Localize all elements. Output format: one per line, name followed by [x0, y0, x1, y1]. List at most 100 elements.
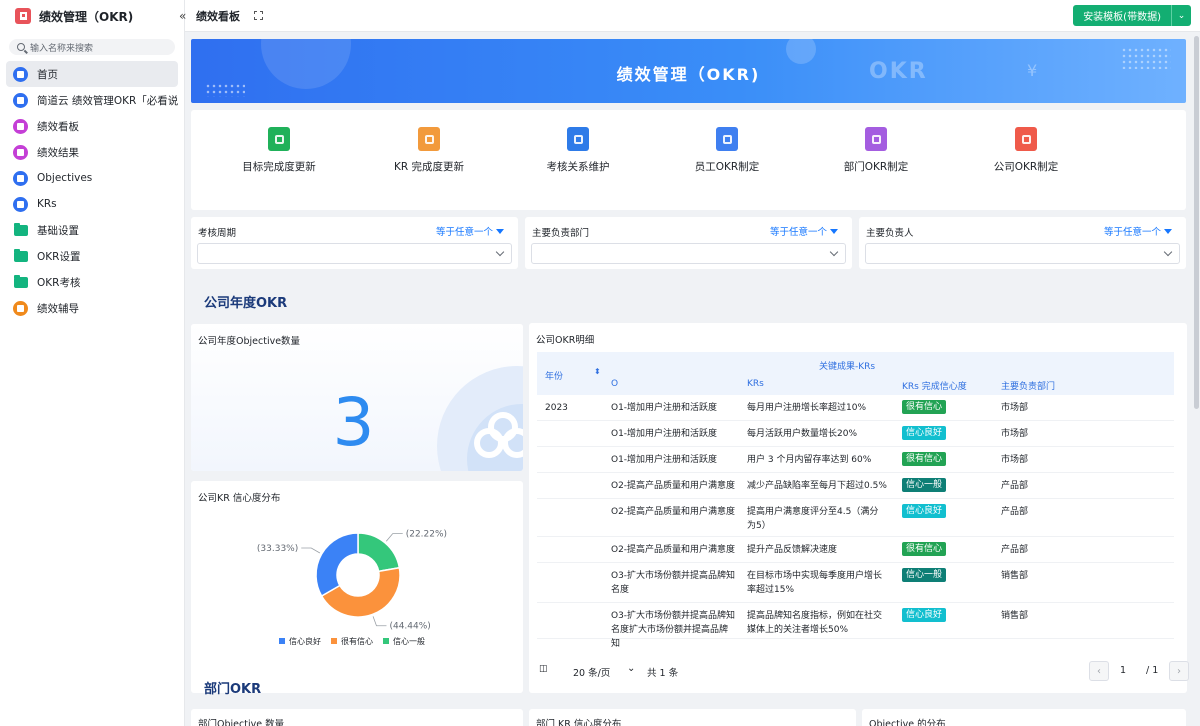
kr-confidence-card: 公司KR 信心度分布 (33.33%) (44.44%) (22.22%) 信心良好很…	[191, 481, 523, 693]
goal-update-icon	[268, 127, 290, 151]
cell-objective: O3-扩大市场份额并提高品牌知名度扩大市场份额并提高品牌知	[611, 611, 736, 649]
objective-distribution-title: Objective 的分布	[869, 719, 946, 726]
donut-slice-2[interactable]	[357, 532, 401, 573]
confidence-badge: 很有信心	[902, 542, 947, 556]
fullscreen-icon[interactable]	[254, 11, 263, 20]
sidebar-item-label: OKR设置	[37, 250, 81, 263]
cell-objective: O1-增加用户注册和活跃度	[611, 429, 718, 439]
table-row[interactable]: O3-扩大市场份额并提高品牌知名度扩大市场份额并提高品牌知 提高品牌知名度指标，例…	[537, 603, 1174, 649]
sidebar-item-label: OKR考核	[37, 276, 81, 289]
sidebar-item-9[interactable]: 绩效辅导	[6, 295, 178, 321]
quick-link-0[interactable]: 目标完成度更新	[214, 127, 344, 174]
filter-select[interactable]	[865, 243, 1180, 264]
page-scrollbar[interactable]	[1194, 32, 1200, 726]
sidebar-item-8[interactable]: OKR考核	[6, 269, 178, 295]
filter-label: 主要负责部门	[532, 228, 590, 239]
quick-link-4[interactable]: 部门OKR制定	[811, 127, 941, 174]
main-content: 绩效管理（OKR) OKR ¥ 目标完成度更新 KR 完成度更新 考核关系维护 员工O…	[185, 32, 1192, 726]
collapse-sidebar-icon[interactable]: «	[179, 9, 193, 23]
search-placeholder: 输入名称来搜索	[30, 43, 94, 54]
filter-1: 主要负责部门 等于任意一个	[525, 217, 852, 269]
table-row[interactable]: O2-提高产品质量和用户满意度 提高用户满意度评分至4.5（满分为5） 信心良好 产品…	[537, 499, 1174, 537]
header-kr-group: 关键成果-KRs	[819, 362, 876, 372]
sort-icon[interactable]: ⬍	[594, 367, 601, 376]
sidebar-item-6[interactable]: 基础设置	[6, 217, 178, 243]
bookmark-icon	[13, 196, 28, 212]
table-row[interactable]: O1-增加用户注册和活跃度 每月活跃用户数量增长20% 信心良好 市场部	[537, 421, 1174, 447]
filter-2: 主要负责人 等于任意一个	[859, 217, 1186, 269]
filter-operator-dropdown[interactable]: 等于任意一个	[436, 224, 504, 238]
sidebar-item-1[interactable]: 简道云 绩效管理OKR「必看说…	[6, 87, 178, 113]
sidebar-item-3[interactable]: 绩效结果	[6, 139, 178, 165]
header-year: 年份	[545, 372, 564, 382]
legend-swatch	[279, 638, 285, 644]
total-pages: / 1	[1146, 665, 1159, 676]
legend-label[interactable]: 很有信心	[341, 636, 373, 646]
confidence-badge: 信心一般	[902, 478, 947, 492]
cell-kr: 减少产品缺陷率至每月下超过0.5%	[747, 481, 887, 491]
donut-label: (33.33%)	[257, 544, 298, 554]
sidebar-item-label: 绩效结果	[37, 146, 79, 159]
sidebar-item-5[interactable]: KRs	[6, 191, 178, 217]
donut-label: (44.44%)	[389, 622, 430, 632]
cell-kr: 提高品牌知名度指标，例如在社交媒体上的关注者增长50%	[747, 611, 883, 635]
install-template-label[interactable]: 安装模板(带数据)	[1073, 5, 1171, 26]
cell-objective: O2-提高产品质量和用户满意度	[611, 545, 736, 555]
filter-operator-dropdown[interactable]: 等于任意一个	[770, 224, 838, 238]
table-row[interactable]: O2-提高产品质量和用户满意度 减少产品缺陷率至每月下超过0.5% 信心一般 产品部	[537, 473, 1174, 499]
kr-confidence-donut-chart: (33.33%) (44.44%) (22.22%) 信心良好 很有信心 信心一般	[257, 530, 447, 646]
company-okr-table-card: 公司OKR明细 关键成果-KRs 年份 ⬍ O KRs KRs 完成信心度 主要…	[529, 323, 1187, 693]
sidebar-item-label: 基础设置	[37, 224, 79, 237]
cell-dept: 销售部	[1001, 571, 1029, 581]
header-dept: 主要负责部门	[1001, 382, 1056, 392]
legend-label[interactable]: 信心一般	[393, 636, 425, 646]
install-template-button[interactable]: 安装模板(带数据) ⌄	[1073, 5, 1191, 26]
banner-watermark: OKR	[869, 59, 928, 84]
install-dropdown-chevron-icon[interactable]: ⌄	[1171, 5, 1191, 26]
sidebar-item-7[interactable]: OKR设置	[6, 243, 178, 269]
filter-select[interactable]	[531, 243, 846, 264]
quick-link-3[interactable]: 员工OKR制定	[662, 127, 792, 174]
legend-label[interactable]: 信心良好	[289, 636, 321, 646]
quick-link-label: 部门OKR制定	[843, 161, 909, 173]
quick-link-label: KR 完成度更新	[393, 161, 465, 173]
table-row[interactable]: O3-扩大市场份额并提高品牌知名度 在目标市场中实现每季度用户增长率超过15% 信心…	[537, 563, 1174, 603]
donut-leader-line	[301, 547, 321, 554]
objective-count-value: 3	[332, 384, 375, 461]
filter-operator-label: 等于任意一个	[1103, 227, 1161, 238]
company-objective-card: 公司年度Objective数量 3	[191, 324, 523, 471]
doc-icon	[13, 92, 28, 108]
cell-dept: 产品部	[1001, 507, 1029, 517]
page-tab-title: 绩效看板	[196, 9, 240, 23]
page-size-select[interactable]: 20 条/页	[573, 665, 610, 679]
next-page-button[interactable]: ›	[1169, 661, 1189, 681]
sidebar-item-4[interactable]: Objectives	[6, 165, 178, 191]
cell-dept: 市场部	[1001, 403, 1029, 413]
table-row[interactable]: 2023 O1-增加用户注册和活跃度 每月用户注册增长率超过10% 很有信心 市场部	[537, 395, 1174, 421]
cell-dept: 产品部	[1001, 481, 1029, 491]
caret-down-icon	[830, 229, 838, 234]
quick-link-1[interactable]: KR 完成度更新	[364, 127, 494, 174]
donut-slice-0[interactable]	[315, 532, 359, 598]
sidebar-item-0[interactable]: 首页	[6, 61, 178, 87]
filter-select[interactable]	[197, 243, 512, 264]
quick-link-2[interactable]: 考核关系维护	[513, 127, 643, 174]
filter-operator-dropdown[interactable]: 等于任意一个	[1104, 224, 1172, 238]
sidebar-item-label: 绩效辅导	[37, 302, 79, 315]
current-page[interactable]: 1	[1120, 665, 1126, 676]
chevron-down-icon	[495, 247, 505, 257]
legend-swatch	[383, 638, 389, 644]
app-header: 绩效管理（OKR)	[0, 0, 184, 32]
sidebar-item-2[interactable]: 绩效看板	[6, 113, 178, 139]
quick-link-5[interactable]: 公司OKR制定	[961, 127, 1091, 174]
column-settings-icon[interactable]: ◫	[539, 664, 548, 674]
table-row[interactable]: O1-增加用户注册和活跃度 用户 3 个月内留存率达到 60% 很有信心 市场部	[537, 447, 1174, 473]
table-row[interactable]: O2-提高产品质量和用户满意度 提升产品反馈解决速度 很有信心 产品部	[537, 537, 1174, 563]
top-bar: « 绩效看板 安装模板(带数据) ⌄	[179, 0, 1200, 32]
filter-label: 主要负责人	[866, 228, 914, 239]
prev-page-button[interactable]: ‹	[1089, 661, 1109, 681]
search-input[interactable]: 输入名称来搜索	[9, 39, 175, 55]
objective-distribution-card: Objective 的分布	[862, 709, 1186, 726]
page-size-chevron-icon[interactable]: ⌄	[627, 663, 635, 674]
employee-okr-icon	[716, 127, 738, 151]
